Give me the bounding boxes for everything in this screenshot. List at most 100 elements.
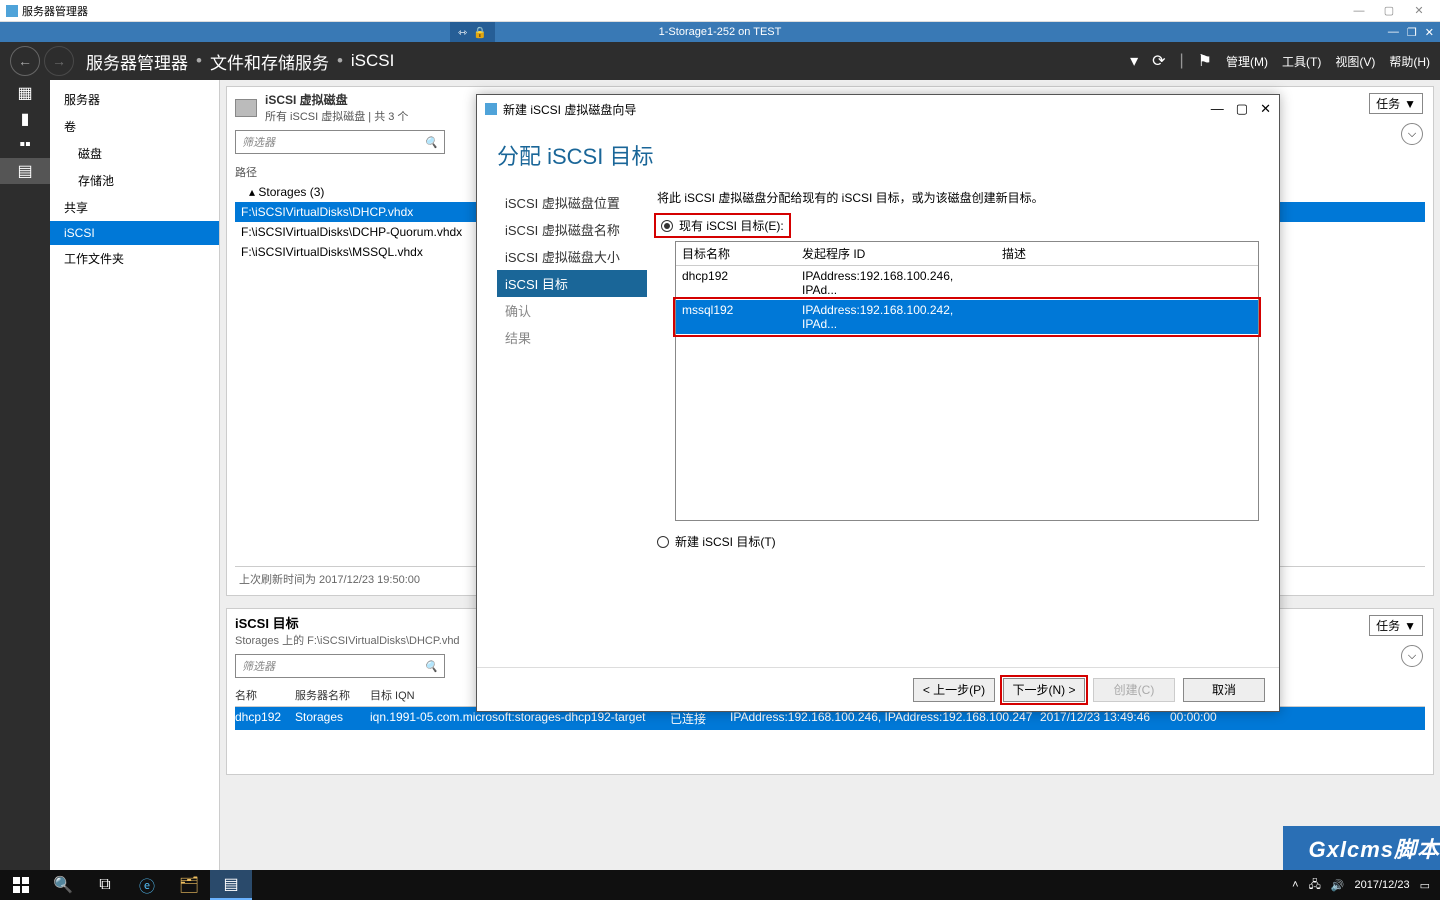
create-button: 创建(C) [1093,678,1175,702]
tasks-button[interactable]: 任务▼ [1369,615,1423,636]
wizard-step[interactable]: iSCSI 目标 [497,270,647,297]
search-icon: 🔍 [424,660,438,673]
wizard-minimize-button[interactable]: — [1211,101,1224,117]
outer-window-titlebar: 服务器管理器 — ▢ ✕ [0,0,1440,22]
expand-button[interactable]: ⌵ [1401,123,1423,145]
prev-button[interactable]: < 上一步(P) [913,678,995,702]
wizard-instruction-text: 将此 iSCSI 虚拟磁盘分配给现有的 iSCSI 目标，或为该磁盘创建新目标。 [657,189,1259,206]
app-header: ← → 服务器管理器 • 文件和存储服务 • iSCSI ▾ ⟳ | ⚑ 管理(… [0,42,1440,80]
explorer-icon[interactable]: 🗂 [168,870,210,900]
cancel-button[interactable]: 取消 [1183,678,1265,702]
lock-icon[interactable]: 🔒 [473,26,487,39]
host-restore-button[interactable]: ❐ [1407,26,1417,39]
tasks-button[interactable]: 任务▼ [1369,93,1423,114]
ie-icon[interactable]: ⓔ [126,870,168,900]
host-session-bar: ⇿ 🔒 1-Storage1-252 on TEST — ❐ ✕ [0,22,1440,42]
nav-storage-pools[interactable]: 存储池 [50,167,219,194]
task-view-icon[interactable]: ⧉ [84,870,126,900]
wizard-heading: 分配 iSCSI 目标 [497,139,1259,171]
nav-volumes[interactable]: 卷 [50,113,219,140]
wizard-step[interactable]: iSCSI 虚拟磁盘名称 [497,216,647,243]
radio-icon [661,220,673,232]
forward-button[interactable]: → [44,46,74,76]
search-icon: 🔍 [424,136,438,149]
nav-sidebar: 服务器 卷 磁盘 存储池 共享 iSCSI 工作文件夹 [50,80,220,870]
nav-servers[interactable]: 服务器 [50,86,219,113]
nav-iscsi[interactable]: iSCSI [50,221,219,245]
flag-icon[interactable]: ⚑ [1198,51,1212,71]
disk-panel-title: iSCSI 虚拟磁盘 [265,91,408,108]
radio-new-label: 新建 iSCSI 目标(T) [675,533,776,550]
menu-tools[interactable]: 工具(T) [1282,53,1321,70]
rail-all-icon[interactable]: ▪▪ [0,132,50,158]
notifications-icon[interactable]: ▭ [1420,879,1430,892]
rail-dashboard-icon[interactable]: ▦ [0,80,50,106]
tray-up-icon[interactable]: ˄ [1292,879,1298,891]
disk-panel-icon [235,99,257,117]
grid-row[interactable]: mssql192 IPAddress:192.168.100.242, IPAd… [676,300,1258,334]
close-button[interactable]: ✕ [1404,4,1434,17]
wizard-titlebar: 新建 iSCSI 虚拟磁盘向导 — ▢ ✕ [477,95,1279,123]
wizard-step[interactable]: iSCSI 虚拟磁盘位置 [497,189,647,216]
radio-existing-target[interactable]: 现有 iSCSI 目标(E): [657,216,788,235]
wizard-step[interactable]: iSCSI 虚拟磁盘大小 [497,243,647,270]
wizard-footer: < 上一步(P) 下一步(N) > 创建(C) 取消 [477,667,1279,711]
chevron-down-icon: ▼ [1404,97,1416,111]
nav-shares[interactable]: 共享 [50,194,219,221]
dropdown-icon[interactable]: ▾ [1130,51,1138,71]
tray-network-icon[interactable]: 🖧 [1309,876,1321,895]
nav-disks[interactable]: 磁盘 [50,140,219,167]
filter-placeholder: 筛选器 [242,134,275,150]
wizard-icon [485,103,497,115]
menu-help[interactable]: 帮助(H) [1389,53,1430,70]
grid-header: 目标名称 发起程序 ID 描述 [676,242,1258,266]
back-button[interactable]: ← [10,46,40,76]
wizard-title: 新建 iSCSI 虚拟磁盘向导 [503,101,636,118]
wizard-step: 结果 [497,324,647,351]
taskbar-clock[interactable]: 2017/12/23 [1355,879,1410,891]
chevron-down-icon: ▼ [1404,619,1416,633]
left-icon-rail: ▦ ▮ ▪▪ ▤ [0,80,50,870]
tray-volume-icon[interactable]: 🔊 [1331,879,1345,892]
menu-view[interactable]: 视图(V) [1335,53,1375,70]
breadcrumb-1[interactable]: 文件和存储服务 [210,49,329,74]
radio-existing-label: 现有 iSCSI 目标(E): [679,217,784,234]
server-manager-taskbar-icon[interactable]: ▤ [210,870,252,900]
nav-workfolders[interactable]: 工作文件夹 [50,245,219,272]
host-minimize-button[interactable]: — [1388,26,1399,39]
rail-storage-icon[interactable]: ▤ [0,158,50,184]
refresh-icon[interactable]: ⟳ [1152,51,1165,71]
app-icon [6,5,18,17]
filter-placeholder: 筛选器 [242,658,275,674]
taskbar: 🔍 ⧉ ⓔ 🗂 ▤ ˄ 🖧 🔊 2017/12/23 ▭ [0,870,1440,900]
breadcrumb-2[interactable]: iSCSI [351,51,394,71]
wizard-maximize-button[interactable]: ▢ [1236,101,1248,117]
breadcrumb-separator: • [196,51,202,71]
existing-targets-grid: 目标名称 发起程序 ID 描述 dhcp192 IPAddress:192.16… [675,241,1259,521]
disk-panel-subtitle: 所有 iSCSI 虚拟磁盘 | 共 3 个 [265,108,408,124]
filter-input[interactable]: 筛选器 🔍 [235,130,445,154]
radio-icon [657,536,669,548]
outer-window-title: 服务器管理器 [22,3,88,19]
wizard-steps-list: iSCSI 虚拟磁盘位置 iSCSI 虚拟磁盘名称 iSCSI 虚拟磁盘大小 i… [497,189,647,667]
pin-icon[interactable]: ⇿ [458,26,467,39]
search-icon[interactable]: 🔍 [42,870,84,900]
minimize-button[interactable]: — [1344,5,1374,17]
separator-icon: | [1180,52,1184,70]
menu-manage[interactable]: 管理(M) [1226,53,1268,70]
host-title: 1-Storage1-252 on TEST [659,26,782,38]
grid-row[interactable]: dhcp192 IPAddress:192.168.100.246, IPAd.… [676,266,1258,300]
expand-button[interactable]: ⌵ [1401,645,1423,667]
rail-servers-icon[interactable]: ▮ [0,106,50,132]
wizard-step: 确认 [497,297,647,324]
next-button[interactable]: 下一步(N) > [1003,678,1085,702]
filter-input[interactable]: 筛选器 🔍 [235,654,445,678]
start-button[interactable] [0,870,42,900]
breadcrumb-root[interactable]: 服务器管理器 [86,49,188,74]
host-close-button[interactable]: ✕ [1425,26,1434,39]
wizard-close-button[interactable]: ✕ [1260,101,1271,117]
radio-new-target[interactable]: 新建 iSCSI 目标(T) [657,533,1259,550]
watermark-logo: Gxlcms脚本 [1283,826,1440,870]
maximize-button[interactable]: ▢ [1374,4,1404,17]
new-iscsi-wizard-dialog: 新建 iSCSI 虚拟磁盘向导 — ▢ ✕ 分配 iSCSI 目标 iSCSI … [476,94,1280,712]
